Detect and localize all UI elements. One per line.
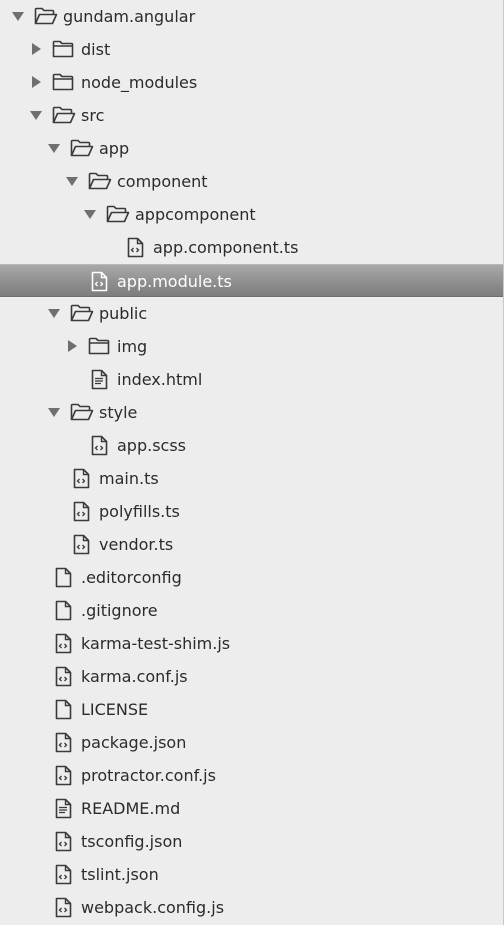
tree-item-karma-test-shim-js[interactable]: karma-test-shim.js bbox=[0, 627, 503, 660]
tree-item-label: src bbox=[81, 106, 105, 125]
text-file-icon bbox=[91, 363, 115, 396]
expand-arrow-down-icon[interactable] bbox=[28, 99, 44, 132]
tree-item-app-scss[interactable]: app.scss bbox=[0, 429, 503, 462]
tree-item-label: app bbox=[99, 139, 130, 158]
folder-open-icon bbox=[34, 0, 58, 33]
code-file-icon bbox=[55, 825, 79, 858]
tree-item-gundam-angular[interactable]: gundam.angular bbox=[0, 0, 503, 33]
tree-item-app-module-ts[interactable]: app.module.ts bbox=[0, 264, 503, 297]
tree-item-label: LICENSE bbox=[81, 700, 149, 719]
tree-item-karma-conf-js[interactable]: karma.conf.js bbox=[0, 660, 503, 693]
tree-item-webpack-config-js[interactable]: webpack.config.js bbox=[0, 891, 503, 924]
tree-item-component[interactable]: component bbox=[0, 165, 503, 198]
file-icon bbox=[55, 594, 79, 627]
tree-item-img[interactable]: img bbox=[0, 330, 503, 363]
expand-arrow-down-icon[interactable] bbox=[82, 198, 98, 231]
tree-item-label: tslint.json bbox=[81, 865, 159, 884]
tree-item-editorconfig[interactable]: .editorconfig bbox=[0, 561, 503, 594]
folder-open-icon bbox=[52, 99, 76, 132]
folder-open-icon bbox=[70, 396, 94, 429]
tree-item-label: style bbox=[99, 403, 138, 422]
tree-item-label: app.scss bbox=[117, 436, 187, 455]
tree-item-main-ts[interactable]: main.ts bbox=[0, 462, 503, 495]
tree-item-label: package.json bbox=[81, 733, 187, 752]
tree-item-appcomponent[interactable]: appcomponent bbox=[0, 198, 503, 231]
tree-item-public[interactable]: public bbox=[0, 297, 503, 330]
tree-item-label: webpack.config.js bbox=[81, 898, 225, 917]
tree-item-label: dist bbox=[81, 40, 111, 59]
text-file-icon bbox=[55, 792, 79, 825]
tree-item-label: .editorconfig bbox=[81, 568, 182, 587]
tree-item-label: node_modules bbox=[81, 73, 198, 92]
tree-item-label: app.module.ts bbox=[117, 272, 232, 291]
folder-open-icon bbox=[88, 165, 112, 198]
tree-item-tsconfig-json[interactable]: tsconfig.json bbox=[0, 825, 503, 858]
expand-arrow-down-icon[interactable] bbox=[46, 396, 62, 429]
tree-item-label: polyfills.ts bbox=[99, 502, 180, 521]
folder-closed-icon bbox=[52, 66, 76, 99]
expand-arrow-down-icon[interactable] bbox=[10, 0, 26, 33]
tree-item-label: index.html bbox=[117, 370, 203, 389]
code-file-icon bbox=[127, 231, 151, 264]
code-file-icon bbox=[73, 495, 97, 528]
folder-open-icon bbox=[70, 297, 94, 330]
tree-item-index-html[interactable]: index.html bbox=[0, 363, 503, 396]
code-file-icon bbox=[55, 726, 79, 759]
tree-item-src[interactable]: src bbox=[0, 99, 503, 132]
folder-closed-icon bbox=[52, 33, 76, 66]
tree-item-label: public bbox=[99, 304, 148, 323]
folder-closed-icon bbox=[88, 330, 112, 363]
tree-item-label: img bbox=[117, 337, 148, 356]
code-file-icon bbox=[55, 858, 79, 891]
tree-item-label: karma-test-shim.js bbox=[81, 634, 231, 653]
tree-item-label: gundam.angular bbox=[63, 7, 196, 26]
code-file-icon bbox=[73, 462, 97, 495]
file-icon bbox=[55, 561, 79, 594]
collapse-arrow-right-icon[interactable] bbox=[64, 330, 80, 363]
tree-item-dist[interactable]: dist bbox=[0, 33, 503, 66]
code-file-icon bbox=[91, 429, 115, 462]
tree-item-gitignore[interactable]: .gitignore bbox=[0, 594, 503, 627]
code-file-icon bbox=[55, 891, 79, 924]
expand-arrow-down-icon[interactable] bbox=[46, 297, 62, 330]
tree-item-label: .gitignore bbox=[81, 601, 158, 620]
tree-item-label: component bbox=[117, 172, 208, 191]
tree-item-license[interactable]: LICENSE bbox=[0, 693, 503, 726]
file-tree: gundam.angular dist node_modules src app… bbox=[0, 0, 504, 925]
expand-arrow-down-icon[interactable] bbox=[46, 132, 62, 165]
tree-item-label: README.md bbox=[81, 799, 181, 818]
code-file-icon bbox=[91, 265, 115, 298]
tree-item-label: appcomponent bbox=[135, 205, 256, 224]
tree-item-tslint-json[interactable]: tslint.json bbox=[0, 858, 503, 891]
expand-arrow-down-icon[interactable] bbox=[64, 165, 80, 198]
code-file-icon bbox=[73, 528, 97, 561]
file-icon bbox=[55, 693, 79, 726]
tree-item-label: app.component.ts bbox=[153, 238, 299, 257]
tree-item-node-modules[interactable]: node_modules bbox=[0, 66, 503, 99]
code-file-icon bbox=[55, 759, 79, 792]
tree-item-label: main.ts bbox=[99, 469, 159, 488]
tree-item-app[interactable]: app bbox=[0, 132, 503, 165]
tree-item-vendor-ts[interactable]: vendor.ts bbox=[0, 528, 503, 561]
folder-open-icon bbox=[106, 198, 130, 231]
tree-item-label: vendor.ts bbox=[99, 535, 174, 554]
tree-item-label: karma.conf.js bbox=[81, 667, 188, 686]
folder-open-icon bbox=[70, 132, 94, 165]
tree-item-protractor-conf-js[interactable]: protractor.conf.js bbox=[0, 759, 503, 792]
tree-item-readme-md[interactable]: README.md bbox=[0, 792, 503, 825]
collapse-arrow-right-icon[interactable] bbox=[28, 33, 44, 66]
tree-item-app-component-ts[interactable]: app.component.ts bbox=[0, 231, 503, 264]
tree-item-label: tsconfig.json bbox=[81, 832, 183, 851]
tree-item-label: protractor.conf.js bbox=[81, 766, 216, 785]
tree-item-polyfills-ts[interactable]: polyfills.ts bbox=[0, 495, 503, 528]
code-file-icon bbox=[55, 660, 79, 693]
code-file-icon bbox=[55, 627, 79, 660]
tree-item-package-json[interactable]: package.json bbox=[0, 726, 503, 759]
tree-item-style[interactable]: style bbox=[0, 396, 503, 429]
collapse-arrow-right-icon[interactable] bbox=[28, 66, 44, 99]
